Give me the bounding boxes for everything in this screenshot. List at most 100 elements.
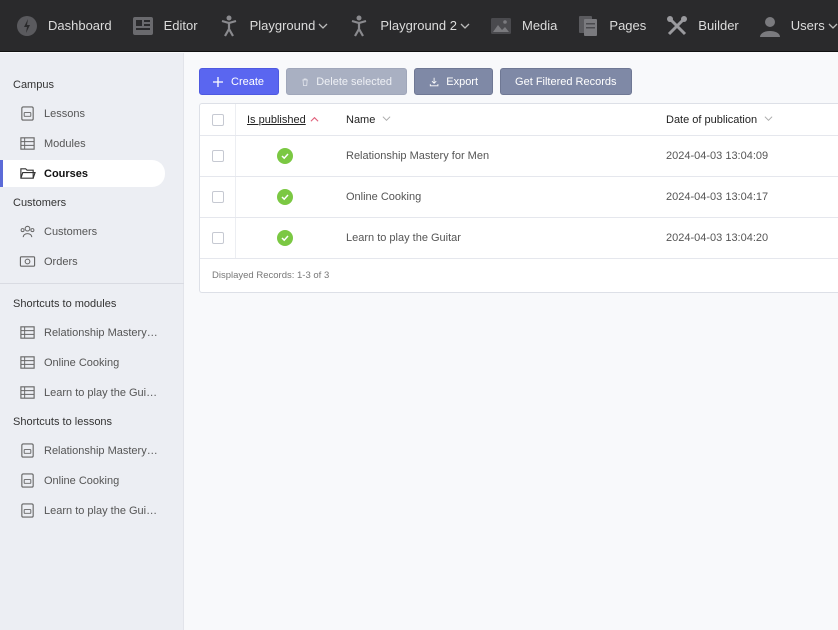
nav-pages[interactable]: Pages (566, 0, 655, 51)
sidebar-item-label: Online Cooking (44, 356, 120, 369)
column-label: Date of publication (666, 113, 758, 126)
sidebar-item-label: Relationship Mastery for Men (44, 444, 158, 457)
sidebar-item-modules[interactable]: Modules (0, 130, 165, 157)
published-check-icon (277, 189, 293, 205)
sidebar-item-label: Relationship Mastery for Men (44, 326, 158, 339)
sidebar-section-title: Shortcuts to lessons (13, 416, 113, 428)
row-select-cell (200, 218, 236, 258)
published-cell (236, 230, 346, 246)
nav-media[interactable]: Media (479, 0, 566, 51)
nav-editor[interactable]: Editor (121, 0, 207, 51)
table-row[interactable]: Relationship Mastery for Men 2024-04-03 … (200, 136, 838, 177)
column-label: Name (346, 113, 376, 126)
filtered-button-label: Get Filtered Records (515, 75, 617, 88)
sidebar-shortcut-module-guitar[interactable]: Learn to play the Guitar (0, 379, 165, 406)
sidebar-section-title: Customers (13, 197, 67, 209)
nav-dashboard[interactable]: Dashboard (0, 0, 121, 51)
chevron-down-icon (828, 21, 838, 31)
plus-icon (213, 76, 223, 87)
sidebar-item-lessons[interactable]: Lessons (0, 100, 165, 127)
sidebar-shortcut-lesson-guitar[interactable]: Learn to play the Guitar (0, 497, 165, 524)
nav-label: Dashboard (48, 18, 112, 33)
row-select-cell (200, 177, 236, 217)
nav-label: Media (521, 18, 558, 33)
trash-icon (302, 78, 308, 86)
pages-icon (575, 13, 601, 39)
sidebar-item-customers[interactable]: Customers (0, 218, 165, 245)
column-header-published[interactable]: Is published (236, 114, 346, 126)
people-icon (18, 223, 36, 241)
money-icon (18, 253, 36, 271)
table-icon (18, 324, 36, 342)
table-row[interactable]: Learn to play the Guitar 2024-04-03 13:0… (200, 218, 838, 259)
column-label: Is published (247, 113, 306, 126)
playground-icon (216, 13, 242, 39)
sidebar-item-label: Online Cooking (44, 474, 120, 487)
row-checkbox[interactable] (211, 191, 224, 203)
published-check-icon (277, 230, 293, 246)
sidebar-shortcut-module-cooking[interactable]: Online Cooking (0, 349, 165, 376)
playground-2-icon (346, 13, 372, 39)
sidebar-section-title: Shortcuts to modules (13, 298, 117, 310)
nav-label: Users (790, 18, 825, 33)
nav-label: Pages (609, 18, 647, 33)
create-button[interactable]: Create (199, 68, 280, 95)
date-cell: 2024-04-03 13:04:20 (666, 232, 769, 244)
sidebar-divider (0, 283, 184, 284)
row-checkbox[interactable] (211, 232, 224, 244)
published-cell (236, 148, 346, 164)
sidebar-shortcut-module-relationship[interactable]: Relationship Mastery for Men (0, 319, 165, 346)
sort-ascending-icon (310, 115, 319, 124)
create-button-label: Create (231, 75, 265, 88)
select-all-checkbox[interactable] (211, 113, 224, 126)
users-icon (757, 13, 783, 39)
chevron-down-icon (764, 114, 773, 123)
sidebar-shortcut-lesson-relationship[interactable]: Relationship Mastery for Men (0, 437, 165, 464)
builder-icon (664, 13, 690, 39)
column-header-name[interactable]: Name (346, 114, 666, 126)
nav-playground-2[interactable]: Playground 2 (337, 0, 479, 51)
nav-playground[interactable]: Playground (207, 0, 338, 51)
column-header-date[interactable]: Date of publication (666, 114, 836, 126)
displayed-records-count: Displayed Records: 1-3 of 3 (212, 270, 330, 281)
sidebar-item-label: Modules (44, 137, 86, 150)
chevron-down-icon (382, 114, 391, 123)
name-cell: Relationship Mastery for Men (346, 150, 490, 162)
nav-label: Playground (249, 18, 316, 33)
get-filtered-records-button[interactable]: Get Filtered Records (500, 68, 632, 95)
table-icon (18, 384, 36, 402)
table-row[interactable]: Online Cooking 2024-04-03 13:04:17 (200, 177, 838, 218)
sidebar-shortcut-lesson-cooking[interactable]: Online Cooking (0, 467, 165, 494)
sidebar-item-label: Lessons (44, 107, 85, 120)
chevron-down-icon (460, 21, 470, 31)
lesson-icon (18, 502, 36, 520)
download-icon (429, 77, 439, 86)
lesson-icon (18, 472, 36, 490)
top-navigation-bar: Dashboard Editor Playground Playground 2… (0, 0, 838, 52)
dashboard-icon (14, 13, 40, 39)
toolbar: Create Delete selected Export Get Filter… (199, 68, 632, 95)
nav-label: Playground 2 (380, 18, 457, 33)
sidebar-item-label: Customers (44, 225, 98, 238)
export-button[interactable]: Export (414, 68, 494, 95)
delete-button-label: Delete selected (316, 75, 393, 88)
table-icon (18, 135, 36, 153)
nav-builder[interactable]: Builder (655, 0, 747, 51)
sidebar-item-orders[interactable]: Orders (0, 248, 165, 275)
name-cell: Learn to play the Guitar (346, 232, 461, 244)
sidebar-item-label: Learn to play the Guitar (44, 386, 158, 399)
nav-users[interactable]: Users (748, 0, 838, 51)
date-cell: 2024-04-03 13:04:09 (666, 150, 769, 162)
sidebar-item-courses[interactable]: Courses (0, 160, 165, 187)
nav-label: Builder (698, 18, 739, 33)
media-icon (488, 13, 514, 39)
table-icon (18, 354, 36, 372)
main-content: Create Delete selected Export Get Filter… (184, 53, 838, 630)
sidebar: Campus Lessons Modules Courses Customers… (0, 53, 184, 630)
published-cell (236, 189, 346, 205)
sidebar-item-label: Learn to play the Guitar (44, 504, 158, 517)
sidebar-item-label: Courses (44, 167, 89, 180)
lesson-icon (18, 105, 36, 123)
row-checkbox[interactable] (211, 150, 224, 162)
delete-selected-button[interactable]: Delete selected (286, 68, 408, 95)
